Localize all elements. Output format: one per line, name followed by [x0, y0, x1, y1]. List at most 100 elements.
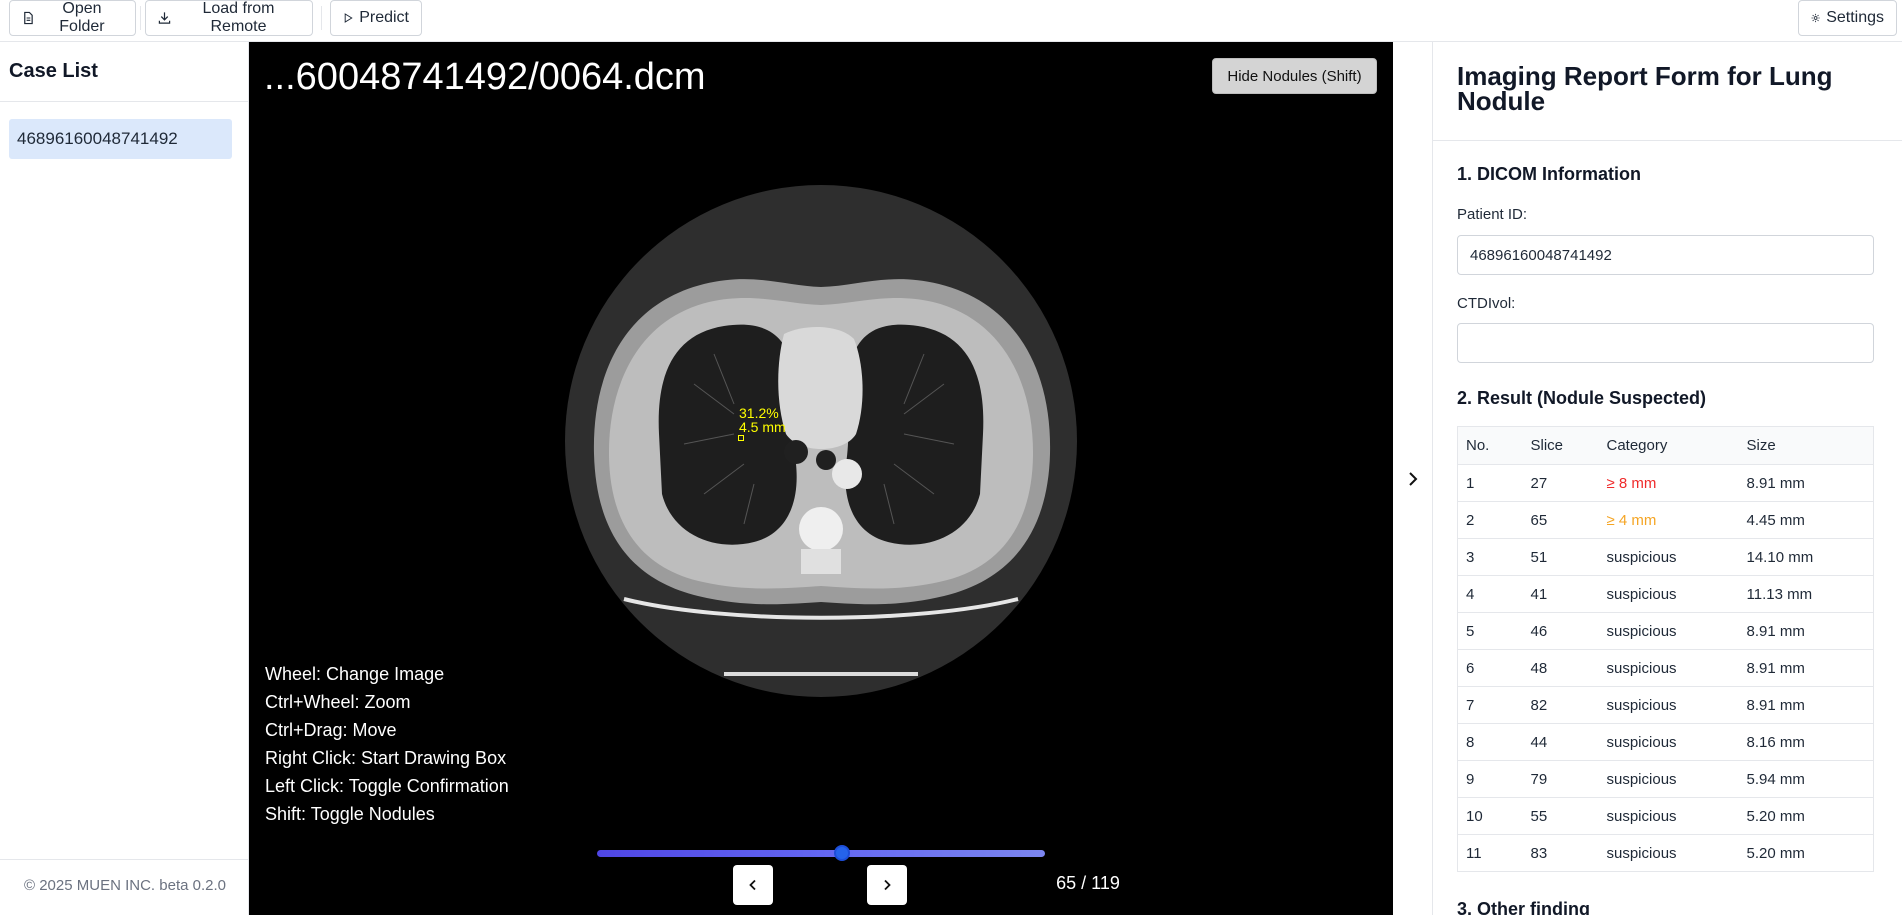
- table-row[interactable]: 10 55 suspicious 5.20 mm: [1457, 797, 1874, 835]
- cell-no: 6: [1457, 649, 1523, 687]
- toolbar-separator: [321, 6, 322, 30]
- column-header-slice: Slice: [1522, 426, 1599, 465]
- cell-slice: 27: [1522, 464, 1599, 502]
- nodule-results-table: No. Slice Category Size 1 27 ≥ 8 mm 8.91 mm…: [1457, 426, 1874, 872]
- slice-slider-thumb[interactable]: [833, 845, 850, 861]
- help-line: Right Click: Start Drawing Box: [265, 748, 507, 768]
- cell-slice: 82: [1522, 686, 1599, 724]
- open-folder-label: Open Folder: [59, 0, 105, 35]
- dicom-viewer[interactable]: ...60048741492/0064.dcm Hide Nodules (Sh…: [249, 42, 1393, 915]
- table-row[interactable]: 5 46 suspicious 8.91 mm: [1457, 612, 1874, 650]
- table-row[interactable]: 7 82 suspicious 8.91 mm: [1457, 686, 1874, 724]
- slice-slider[interactable]: [597, 850, 1045, 857]
- case-list-item[interactable]: 46896160048741492: [9, 119, 232, 159]
- table-row[interactable]: 8 44 suspicious 8.16 mm: [1457, 723, 1874, 761]
- cell-size: 8.91 mm: [1738, 464, 1874, 502]
- cell-size: 8.91 mm: [1738, 686, 1874, 724]
- open-folder-button[interactable]: Open Folder: [9, 0, 136, 36]
- cell-slice: 83: [1522, 834, 1599, 872]
- cell-slice: 55: [1522, 797, 1599, 835]
- next-slice-button[interactable]: [867, 865, 907, 905]
- report-title: Imaging Report Form for Lung Nodule: [1457, 61, 1833, 116]
- slice-counter: 65 / 119: [1056, 873, 1120, 893]
- load-remote-button[interactable]: Load from Remote: [145, 0, 313, 36]
- case-list-title: Case List: [9, 60, 98, 82]
- cell-category: suspicious: [1598, 760, 1739, 798]
- cell-category: suspicious: [1598, 575, 1739, 613]
- predict-label: Predict: [359, 9, 409, 26]
- cell-no: 9: [1457, 760, 1523, 798]
- help-instructions: Wheel: Change Image Ctrl+Wheel: Zoom Ctr…: [265, 660, 509, 828]
- cell-category: suspicious: [1598, 723, 1739, 761]
- nodule-percent-label: 31.2%: [739, 405, 779, 421]
- download-icon: [158, 12, 171, 24]
- help-line: Left Click: Toggle Confirmation: [265, 776, 509, 796]
- prev-slice-button[interactable]: [733, 865, 773, 905]
- cell-no: 10: [1457, 797, 1523, 835]
- cell-no: 11: [1457, 834, 1523, 872]
- play-icon: [344, 13, 353, 23]
- table-header-row: No. Slice Category Size: [1457, 426, 1874, 465]
- cell-size: 11.13 mm: [1738, 575, 1874, 613]
- help-line: Ctrl+Drag: Move: [265, 720, 397, 740]
- cell-slice: 79: [1522, 760, 1599, 798]
- cell-no: 4: [1457, 575, 1523, 613]
- cell-no: 3: [1457, 538, 1523, 576]
- cell-size: 5.94 mm: [1738, 760, 1874, 798]
- table-row[interactable]: 3 51 suspicious 14.10 mm: [1457, 538, 1874, 576]
- report-panel: Imaging Report Form for Lung Nodule 1. D…: [1433, 42, 1902, 915]
- toolbar-separator: [140, 6, 141, 30]
- help-line: Shift: Toggle Nodules: [265, 804, 435, 824]
- collapse-panel-toggle[interactable]: [1393, 42, 1433, 915]
- cell-size: 5.20 mm: [1738, 834, 1874, 872]
- cell-no: 1: [1457, 464, 1523, 502]
- cell-size: 8.16 mm: [1738, 723, 1874, 761]
- file-title: ...60048741492/0064.dcm: [264, 56, 706, 98]
- column-header-size: Size: [1738, 426, 1874, 465]
- table-row[interactable]: 1 27 ≥ 8 mm 8.91 mm: [1457, 464, 1874, 502]
- cell-size: 14.10 mm: [1738, 538, 1874, 576]
- cell-size: 5.20 mm: [1738, 797, 1874, 835]
- hide-nodules-button[interactable]: Hide Nodules (Shift): [1212, 58, 1377, 94]
- other-finding-heading: 3. Other finding: [1457, 899, 1590, 915]
- cell-category: suspicious: [1598, 797, 1739, 835]
- toolbar: Open Folder Load from Remote Predict Set…: [0, 0, 1902, 42]
- cell-category: suspicious: [1598, 538, 1739, 576]
- table-row[interactable]: 6 48 suspicious 8.91 mm: [1457, 649, 1874, 687]
- sidebar-footer-divider: [0, 859, 249, 860]
- chevron-left-icon: [749, 879, 756, 891]
- predict-button[interactable]: Predict: [330, 0, 422, 36]
- cell-size: 8.91 mm: [1738, 649, 1874, 687]
- cell-category: ≥ 8 mm: [1598, 464, 1739, 502]
- cell-category: ≥ 4 mm: [1598, 501, 1739, 539]
- cell-slice: 65: [1522, 501, 1599, 539]
- table-row[interactable]: 9 79 suspicious 5.94 mm: [1457, 760, 1874, 798]
- cell-size: 4.45 mm: [1738, 501, 1874, 539]
- ct-scan-image: [565, 185, 1077, 697]
- cell-slice: 41: [1522, 575, 1599, 613]
- column-header-no: No.: [1457, 426, 1523, 465]
- case-list-sidebar: Case List 46896160048741492 © 2025 MUEN …: [0, 42, 249, 915]
- ctdivol-field[interactable]: [1457, 323, 1874, 363]
- result-heading: 2. Result (Nodule Suspected): [1457, 388, 1707, 408]
- cell-no: 5: [1457, 612, 1523, 650]
- cell-no: 7: [1457, 686, 1523, 724]
- ctdivol-label: CTDIvol:: [1457, 295, 1516, 312]
- table-row[interactable]: 4 41 suspicious 11.13 mm: [1457, 575, 1874, 613]
- table-row[interactable]: 2 65 ≥ 4 mm 4.45 mm: [1457, 501, 1874, 539]
- report-divider: [1433, 140, 1902, 141]
- chevron-right-icon: [1408, 471, 1417, 486]
- patient-id-field[interactable]: 46896160048741492: [1457, 235, 1874, 275]
- cell-category: suspicious: [1598, 834, 1739, 872]
- cell-slice: 48: [1522, 649, 1599, 687]
- cell-category: suspicious: [1598, 649, 1739, 687]
- nodule-size-label: 4.5 mm: [739, 419, 786, 435]
- patient-id-label: Patient ID:: [1457, 206, 1528, 223]
- settings-button[interactable]: Settings: [1798, 0, 1897, 36]
- cell-category: suspicious: [1598, 686, 1739, 724]
- nodule-bounding-box[interactable]: [738, 435, 744, 441]
- table-row[interactable]: 11 83 suspicious 5.20 mm: [1457, 834, 1874, 872]
- copyright-footer: © 2025 MUEN INC. beta 0.2.0: [24, 877, 226, 894]
- file-icon: [24, 11, 33, 25]
- gear-icon: [1811, 13, 1820, 23]
